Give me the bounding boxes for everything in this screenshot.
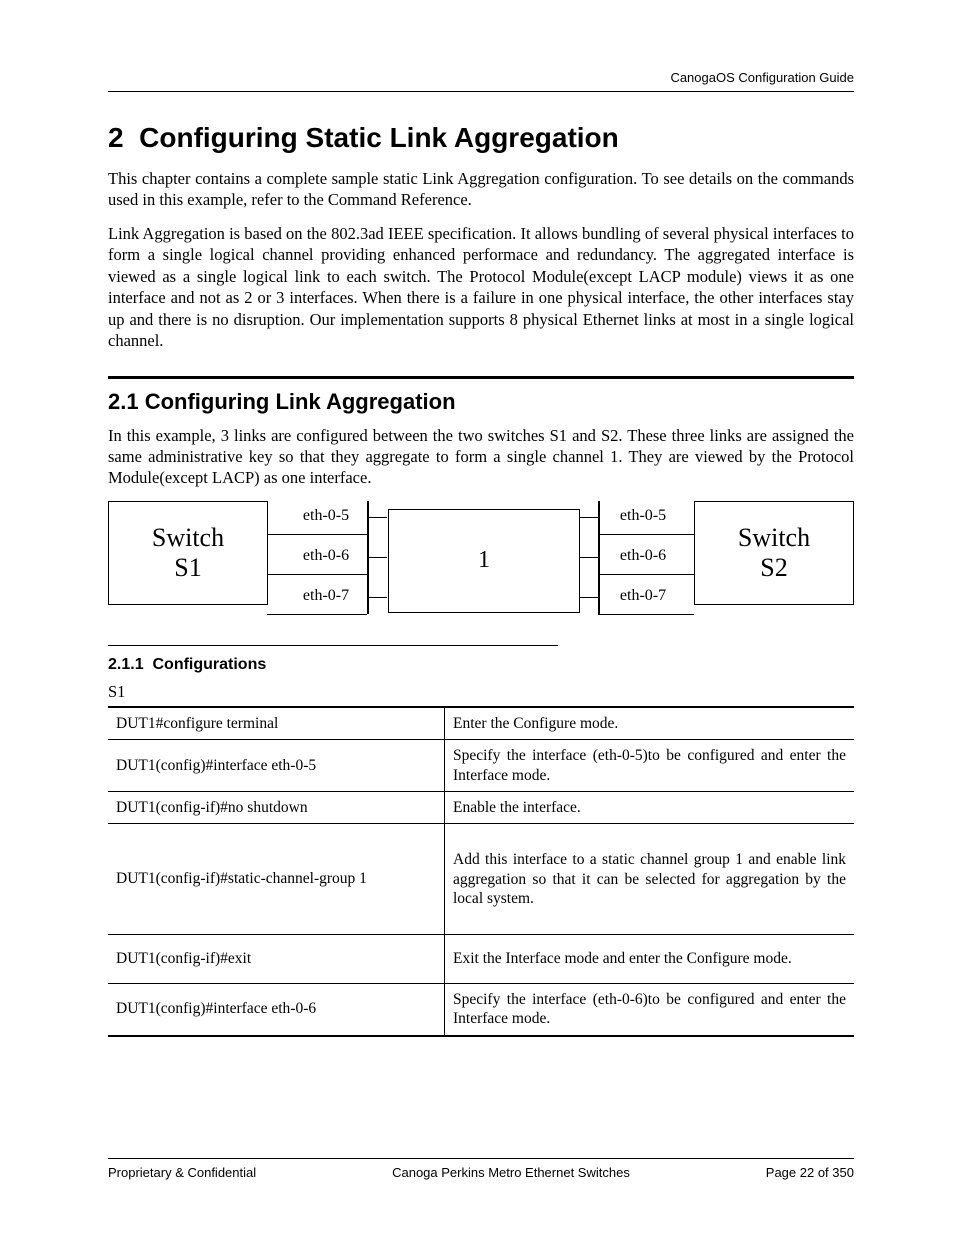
switch-s2-line2: S2 <box>760 553 787 583</box>
topology-diagram: Switch S1 Switch S2 eth-0-5 eth-0-6 eth-… <box>108 501 854 625</box>
section-title: Configuring Link Aggregation <box>145 389 456 414</box>
table-row: DUT1(config-if)#exit Exit the Interface … <box>108 935 854 983</box>
diagram-line <box>267 614 367 616</box>
s1-port-2: eth-0-7 <box>286 587 366 605</box>
table-row: DUT1(config)#interface eth-0-6 Specify t… <box>108 983 854 1035</box>
subsection-number: 2.1.1 <box>108 656 144 673</box>
diagram-line <box>267 534 367 536</box>
table-row: DUT1(config-if)#no shutdown Enable the i… <box>108 791 854 823</box>
footer: Proprietary & Confidential Canoga Perkin… <box>108 1158 854 1180</box>
page: CanogaOS Configuration Guide 2 Configuri… <box>0 0 954 1235</box>
cmd-cell: DUT1(config)#interface eth-0-5 <box>108 740 445 792</box>
diagram-link <box>367 597 387 599</box>
desc-cell: Enable the interface. <box>445 791 855 823</box>
footer-right: Page 22 of 350 <box>766 1165 854 1180</box>
intro-paragraph-2: Link Aggregation is based on the 802.3ad… <box>108 223 854 352</box>
channel-box: 1 <box>388 509 580 613</box>
s2-port-1: eth-0-6 <box>603 547 683 565</box>
diagram-line <box>598 534 694 536</box>
section-heading: 2.1 Configuring Link Aggregation <box>108 389 854 415</box>
diagram-link <box>579 517 599 519</box>
s2-port-2: eth-0-7 <box>603 587 683 605</box>
desc-cell: Enter the Configure mode. <box>445 707 855 740</box>
footer-rule <box>108 1158 854 1159</box>
diagram-link <box>579 597 599 599</box>
diagram-link <box>367 517 387 519</box>
desc-cell: Add this interface to a static channel g… <box>445 824 855 935</box>
cmd-cell: DUT1(config-if)#no shutdown <box>108 791 445 823</box>
switch-s1-box: Switch S1 <box>108 501 268 605</box>
cmd-cell: DUT1(config)#interface eth-0-6 <box>108 983 445 1035</box>
header-right: CanogaOS Configuration Guide <box>108 70 854 85</box>
s1-port-0: eth-0-5 <box>286 507 366 525</box>
table-row: DUT1(config)#interface eth-0-5 Specify t… <box>108 740 854 792</box>
device-label: S1 <box>108 682 854 702</box>
channel-label: 1 <box>478 547 490 574</box>
table-row: DUT1#configure terminal Enter the Config… <box>108 707 854 740</box>
footer-left: Proprietary & Confidential <box>108 1165 256 1180</box>
s1-port-1: eth-0-6 <box>286 547 366 565</box>
desc-cell: Specify the interface (eth-0-5)to be con… <box>445 740 855 792</box>
diagram-link <box>579 557 599 559</box>
header-rule <box>108 91 854 92</box>
diagram-link <box>367 557 387 559</box>
cmd-cell: DUT1#configure terminal <box>108 707 445 740</box>
diagram-line <box>267 574 367 576</box>
table-row: DUT1(config-if)#static-channel-group 1 A… <box>108 824 854 935</box>
cmd-cell: DUT1(config-if)#exit <box>108 935 445 983</box>
desc-cell: Exit the Interface mode and enter the Co… <box>445 935 855 983</box>
switch-s2-line1: Switch <box>738 523 810 553</box>
subsection-heading: 2.1.1 Configurations <box>108 656 854 674</box>
footer-center: Canoga Perkins Metro Ethernet Switches <box>392 1165 630 1180</box>
switch-s1-line1: Switch <box>152 523 224 553</box>
subsection-title: Configurations <box>152 656 266 673</box>
diagram-line <box>598 614 694 616</box>
section-body: In this example, 3 links are configured … <box>108 425 854 489</box>
chapter-heading: 2 Configuring Static Link Aggregation <box>108 122 854 154</box>
config-table: DUT1#configure terminal Enter the Config… <box>108 706 854 1037</box>
intro-paragraph-1: This chapter contains a complete sample … <box>108 168 854 211</box>
s2-port-0: eth-0-5 <box>603 507 683 525</box>
subsection-rule <box>108 645 558 646</box>
switch-s1-line2: S1 <box>174 553 201 583</box>
cmd-cell: DUT1(config-if)#static-channel-group 1 <box>108 824 445 935</box>
diagram-line <box>598 574 694 576</box>
chapter-number: 2 <box>108 122 124 153</box>
switch-s2-box: Switch S2 <box>694 501 854 605</box>
section-number: 2.1 <box>108 389 139 414</box>
section-rule <box>108 376 854 379</box>
chapter-title: Configuring Static Link Aggregation <box>139 122 619 153</box>
desc-cell: Specify the interface (eth-0-6)to be con… <box>445 983 855 1035</box>
